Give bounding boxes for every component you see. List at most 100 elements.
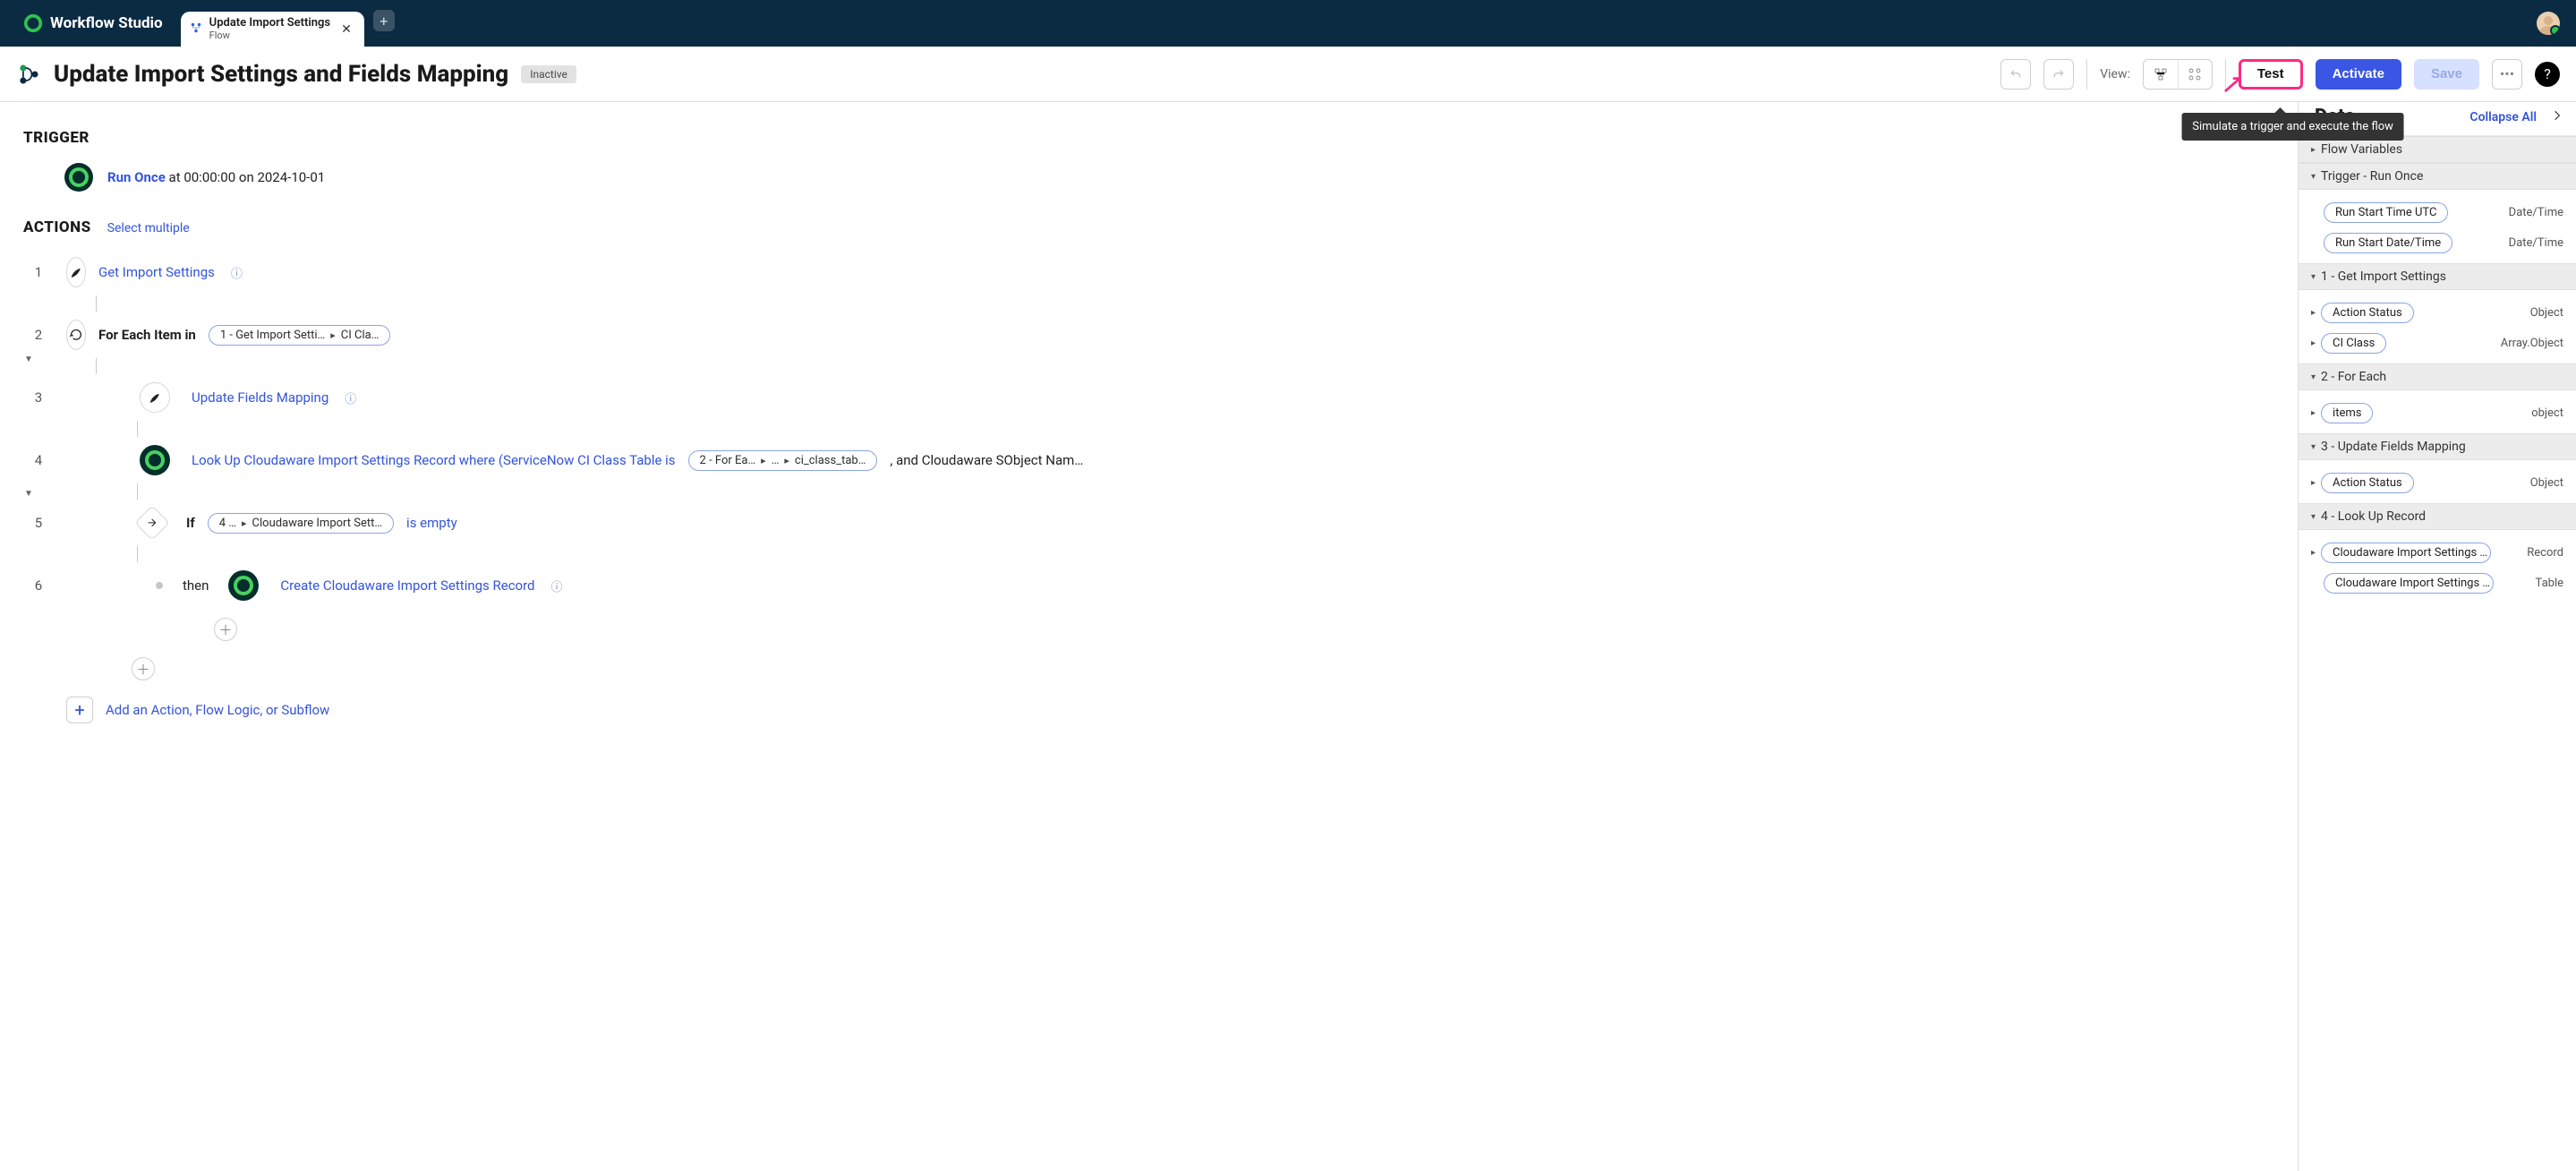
step-row[interactable]: 3 Update Fields Mapping ⓘ — [23, 374, 2289, 421]
lookup-node-icon — [140, 445, 170, 475]
data-panel-body: ▸ Flow Variables ▾ Trigger - Run Once Ru… — [2299, 136, 2576, 1171]
data-pill[interactable]: Run Start Date/Time — [2324, 233, 2452, 253]
canvas: ▼ ▼ TRIGGER Run Once at 00:00:00 on 2024… — [20, 102, 2298, 1171]
step-row[interactable]: 1 Get Import Settings ⓘ — [23, 249, 2289, 295]
group-header[interactable]: ▸ Flow Variables — [2299, 136, 2576, 163]
add-inline-button[interactable]: ＋ — [214, 618, 237, 641]
more-button[interactable]: ••• — [2492, 59, 2522, 90]
foreach-prefix: For Each Item in — [98, 327, 196, 343]
data-row[interactable]: ▸ items object — [2324, 397, 2563, 428]
arrow-indicator-icon — [2223, 74, 2243, 94]
save-label: Save — [2431, 66, 2462, 81]
workspace: ▼ ▼ TRIGGER Run Once at 00:00:00 on 2024… — [0, 102, 2576, 1171]
data-row[interactable]: ▸ Action Status Object — [2324, 467, 2563, 498]
type-label: Date/Time — [2509, 206, 2563, 219]
chevron-right-icon[interactable] — [2551, 108, 2563, 125]
data-row[interactable]: Cloudaware Import Settings … Table — [2324, 568, 2563, 598]
activate-button[interactable]: Activate — [2316, 59, 2401, 90]
avatar[interactable] — [2537, 12, 2560, 35]
status-badge: Inactive — [521, 65, 576, 83]
step-suffix: , and Cloudaware SObject Nam… — [890, 452, 1083, 468]
brand-logo-icon — [23, 13, 43, 33]
trigger-row[interactable]: Run Once at 00:00:00 on 2024-10-01 — [64, 163, 2289, 192]
group-header[interactable]: ▾ 2 - For Each — [2299, 363, 2576, 390]
data-pill[interactable]: Action Status — [2321, 473, 2414, 493]
step-row[interactable]: 6 then Create Cloudaware Import Settings… — [23, 562, 2289, 609]
step-row[interactable]: 5 If 4 … ▸ Cloudaware Import Sett… is em… — [23, 500, 2289, 546]
tab-close-icon[interactable]: ✕ — [337, 22, 355, 37]
type-label: object — [2531, 406, 2563, 420]
tab-flow[interactable]: Update Import Settings Flow ✕ — [181, 12, 364, 47]
group-label: Flow Variables — [2321, 142, 2402, 157]
undo-button[interactable] — [2000, 59, 2031, 90]
brand-label: Workflow Studio — [50, 14, 163, 32]
save-button[interactable]: Save — [2414, 59, 2479, 90]
data-row[interactable]: ▸ CI Class Array.Object — [2324, 328, 2563, 358]
group-header[interactable]: ▾ 4 - Look Up Record — [2299, 503, 2576, 530]
view-diagram-button[interactable] — [2178, 60, 2212, 89]
add-action-row[interactable]: + Add an Action, Flow Logic, or Subflow — [66, 697, 2289, 723]
add-action-label: Add an Action, Flow Logic, or Subflow — [106, 702, 329, 718]
data-pill[interactable]: Cloudaware Import Settings … — [2321, 543, 2491, 563]
add-inline-button[interactable]: ＋ — [132, 657, 155, 680]
group-header[interactable]: ▾ Trigger - Run Once — [2299, 163, 2576, 190]
type-label: Object — [2530, 306, 2563, 320]
caret-down-icon: ▾ — [2311, 372, 2316, 382]
then-label: then — [183, 577, 209, 594]
help-icon[interactable]: ⓘ — [345, 389, 356, 406]
action-node-icon — [66, 257, 86, 287]
collapse-all-link[interactable]: Collapse All — [2469, 110, 2537, 124]
data-pill[interactable]: items — [2321, 403, 2373, 423]
trigger-icon — [64, 163, 93, 192]
group-header[interactable]: ▾ 3 - Update Fields Mapping — [2299, 433, 2576, 460]
trigger-label: Run Once — [107, 169, 166, 185]
group-label: 3 - Update Fields Mapping — [2321, 440, 2466, 454]
activate-label: Activate — [2333, 66, 2384, 81]
test-button[interactable]: Test — [2239, 59, 2303, 90]
group-header[interactable]: ▾ 1 - Get Import Settings — [2299, 263, 2576, 290]
data-row[interactable]: ▸ Action Status Object — [2324, 297, 2563, 328]
data-pill[interactable]: 4 … ▸ Cloudaware Import Sett… — [208, 513, 394, 534]
step-row[interactable]: 2 For Each Item in 1 - Get Import Setti…… — [23, 312, 2289, 358]
step-row[interactable]: 4 Look Up Cloudaware Import Settings Rec… — [23, 437, 2289, 483]
tabs-strip: Update Import Settings Flow ✕ + — [181, 0, 395, 47]
caret-right-icon[interactable]: ▸ — [2311, 548, 2316, 558]
view-tree-button[interactable] — [2144, 60, 2178, 89]
gutter — [0, 102, 20, 1171]
step-label: Look Up Cloudaware Import Settings Recor… — [192, 452, 676, 468]
caret-down-icon: ▾ — [2311, 272, 2316, 282]
data-row[interactable]: Run Start Date/Time Date/Time — [2324, 227, 2563, 258]
redo-button[interactable] — [2043, 59, 2074, 90]
test-tooltip: Simulate a trigger and execute the flow — [2181, 113, 2404, 141]
type-label: Record — [2527, 546, 2563, 560]
help-icon[interactable]: ⓘ — [551, 577, 563, 594]
data-pill[interactable]: 1 - Get Import Setti… ▸ CI Cla… — [209, 325, 391, 346]
data-row[interactable]: Run Start Time UTC Date/Time — [2324, 197, 2563, 227]
test-button-label: Test — [2257, 66, 2284, 81]
step-number: 6 — [23, 577, 54, 594]
foreach-node-icon — [66, 320, 86, 350]
create-node-icon — [228, 570, 259, 601]
flow-tab-icon — [190, 21, 202, 37]
caret-right-icon[interactable]: ▸ — [2311, 308, 2316, 318]
tab-label: Update Import Settings — [209, 17, 330, 30]
data-pill[interactable]: 2 - For Ea… ▸ … ▸ ci_class_tab… — [688, 450, 878, 471]
step-number: 2 — [23, 327, 54, 343]
caret-right-icon[interactable]: ▸ — [2311, 338, 2316, 348]
data-pill[interactable]: Run Start Time UTC — [2324, 202, 2448, 223]
step-label: Update Fields Mapping — [192, 389, 328, 406]
data-pill[interactable]: Cloudaware Import Settings … — [2324, 573, 2494, 594]
condition-text: is empty — [406, 515, 457, 531]
data-row[interactable]: ▸ Cloudaware Import Settings … Record — [2324, 537, 2563, 568]
tab-add-button[interactable]: + — [373, 10, 395, 31]
help-icon[interactable]: ⓘ — [231, 264, 243, 281]
data-pill[interactable]: CI Class — [2321, 333, 2386, 354]
caret-right-icon[interactable]: ▸ — [2311, 408, 2316, 418]
caret-right-icon[interactable]: ▸ — [2311, 478, 2316, 488]
type-label: Table — [2536, 577, 2563, 590]
group-label: Trigger - Run Once — [2321, 169, 2423, 184]
trigger-section-title: TRIGGER — [23, 129, 2289, 147]
data-pill[interactable]: Action Status — [2321, 303, 2414, 323]
help-button[interactable]: ? — [2535, 62, 2560, 87]
select-multiple-link[interactable]: Select multiple — [107, 221, 190, 235]
